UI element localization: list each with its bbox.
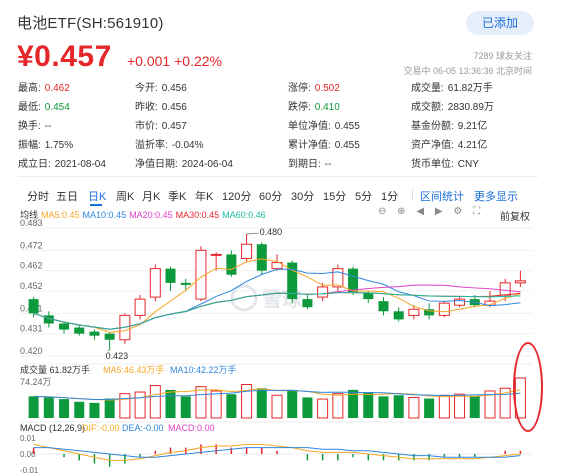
macd-value: MACD:0.00 [168,423,215,433]
y-tick-label: 0.462 [20,261,43,271]
candle-body [408,308,420,316]
candle-body [104,333,115,340]
volume-bar [393,395,404,418]
volume-bar [74,401,85,418]
candle-body [363,293,374,300]
volume-bar [210,390,222,419]
candle-body [393,311,404,320]
volume-bar [408,396,420,419]
high-marker [246,232,259,235]
volume-bar [226,394,237,418]
candle-body [165,268,176,283]
volume-bar [378,396,389,418]
kline-chart[interactable]: 0.4830.4720.4620.4520.4410.4310.420雪球0.4… [0,0,562,475]
watermark-logo [230,284,258,312]
candle-body [332,268,344,288]
volume-bar [89,402,100,418]
macd-label: MACD (12,26,9) [20,423,85,433]
volume-bar [134,391,146,419]
high-label: 0.480 [260,227,283,237]
volume-bar [454,393,466,419]
candle-body [89,331,100,336]
candle-body [302,299,313,308]
candle-body [180,282,191,285]
y-tick-label: 0.472 [20,240,43,250]
candle-body [149,268,161,298]
candle-body [134,298,146,316]
volume-bar [195,386,207,419]
y-tick-label: 0.452 [20,281,43,291]
low-label: 0.423 [106,351,129,361]
candle-body [438,302,450,316]
macd-tick-label: -0.01 [20,466,39,475]
volume-bar [438,394,450,419]
volume-label: 成交量 61.82万手 [20,364,90,375]
volume-bar [256,388,267,418]
candle-body [499,282,511,296]
volume-bar [241,383,253,419]
candle-body [378,301,389,312]
macd-dif: DIF:-0.00 [82,423,120,433]
volume-bar [271,394,283,419]
candle-body [454,298,466,306]
volume-bar [302,397,313,418]
volume-bar [59,399,70,418]
volume-bar [180,396,191,418]
macd-tick-label: 0.01 [20,434,36,443]
candle-body [226,254,237,275]
macd-dea: DEA:-0.00 [122,423,164,433]
candle-body [317,286,329,298]
volume-bar [104,398,115,418]
candle-body [210,253,222,256]
candle-body [256,244,267,271]
candle-body [514,280,526,284]
volume-ma10: MA10:42.22万手 [170,364,237,375]
volume-bar [287,390,298,418]
volume-bar [149,385,161,419]
volume-bar [363,392,374,418]
candle-body [74,327,85,334]
volume-bar [43,397,54,418]
volume-bar [317,398,329,419]
y-tick-label: 0.420 [20,346,43,356]
y-tick-label: 0.483 [20,218,43,228]
volume-max-label: 74.24万 [20,377,52,387]
candle-body [59,323,70,330]
volume-bar [165,389,176,418]
volume-bar [469,396,480,418]
volume-bar [424,398,435,418]
candle-body [241,243,253,259]
candle-body [28,299,39,314]
highlight-circle [513,342,543,432]
y-tick-label: 0.431 [20,324,43,334]
volume-bar [332,393,344,419]
volume-bar [119,393,131,419]
volume-ma5: MA5:46.43万手 [103,364,165,375]
volume-bar [28,396,39,418]
